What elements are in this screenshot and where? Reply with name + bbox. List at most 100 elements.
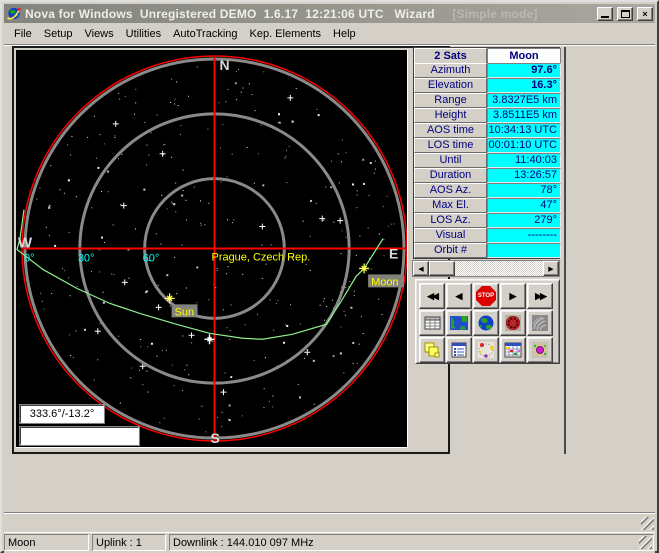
radar-plot-button[interactable] [527, 310, 553, 336]
sun-label: Sun [175, 306, 195, 318]
compass-south-label: S [211, 430, 220, 446]
compass-east-label: E [389, 245, 398, 261]
report-icon [450, 342, 468, 358]
status-bar: Moon Uplink : 1 Downlink : 144.010 097 M… [4, 532, 655, 553]
row-label-range[interactable]: Range [414, 93, 487, 108]
world-map-button[interactable] [446, 310, 472, 336]
menu-item-file[interactable]: File [8, 25, 38, 43]
stop-sign-icon: STOP [476, 286, 496, 306]
menu-item-autotracking[interactable]: AutoTracking [167, 25, 243, 43]
scroll-left-button[interactable]: ◀ [413, 261, 429, 276]
row-value: 11:40:03 [487, 153, 561, 168]
object-name-readout [20, 427, 139, 445]
fast-forward-icon: ▶▶ [535, 291, 545, 302]
elevation-label: 60° [143, 252, 160, 264]
menu-item-views[interactable]: Views [78, 25, 119, 43]
cursor-coordinates-readout: 333.6°/-13.2° [20, 405, 104, 423]
polar-view-icon [504, 315, 522, 331]
flare-button[interactable] [527, 337, 553, 363]
panel-splitter[interactable] [564, 47, 566, 454]
fast-rewind-button[interactable]: ◀◀ [419, 283, 445, 309]
row-value: 3.8511E5 km [487, 108, 561, 123]
row-label-aos-az[interactable]: AOS Az. [414, 183, 487, 198]
status-satellite: Moon [4, 534, 89, 551]
sky-map[interactable]: N S W E 0° 30° 60° Prague, Czech Rep. Sun Moon [16, 50, 408, 448]
status-downlink: Downlink : 144.010 097 MHz [169, 534, 654, 551]
polar-plot-button[interactable] [500, 310, 526, 336]
satellite-scrollbar[interactable]: ◀ ▶ [412, 260, 560, 277]
row-value: -------- [487, 228, 561, 243]
row-label-los-az[interactable]: LOS Az. [414, 213, 487, 228]
row-value: 16.3° [487, 78, 561, 93]
row-label-elevation[interactable]: Elevation [414, 78, 487, 93]
row-value: 47° [487, 198, 561, 213]
globe-icon [477, 315, 495, 331]
statusbar-resize-grip[interactable] [639, 536, 652, 549]
row-label-visual[interactable]: Visual [414, 228, 487, 243]
forward-icon: ▶ [510, 291, 517, 302]
window-title: Nova for Windows Unregistered DEMO 1.6.1… [25, 7, 593, 21]
elevation-label: 30° [78, 252, 95, 264]
row-label-orbit[interactable]: Orbit # [414, 243, 487, 258]
constellation-button[interactable] [473, 337, 499, 363]
grid-icon [424, 315, 441, 331]
menu-item-kep-elements[interactable]: Kep. Elements [244, 25, 328, 43]
menu-bar: FileSetupViewsUtilitiesAutoTrackingKep. … [4, 24, 655, 45]
scrollbar-track[interactable] [455, 261, 543, 276]
globe-view-button[interactable] [473, 310, 499, 336]
menu-item-help[interactable]: Help [327, 25, 362, 43]
passes-table-button[interactable] [419, 310, 445, 336]
resize-grip[interactable] [641, 517, 654, 530]
menu-item-utilities[interactable]: Utilities [120, 25, 167, 43]
schedule-button[interactable] [500, 337, 526, 363]
status-uplink: Uplink : 1 [92, 534, 166, 551]
row-value: 78° [487, 183, 561, 198]
elevation-label: 0° [24, 252, 35, 264]
fast-rewind-icon: ◀◀ [427, 291, 437, 302]
mode-badge: [Simple mode] [452, 7, 537, 21]
moon-label: Moon [371, 276, 398, 288]
row-label-until[interactable]: Until [414, 153, 487, 168]
app-icon [6, 6, 22, 21]
row-label-azimuth[interactable]: Azimuth [414, 63, 487, 78]
row-value [487, 243, 561, 258]
report-button[interactable] [446, 337, 472, 363]
schedule-icon [504, 342, 522, 358]
spacer-bar [4, 514, 655, 531]
tracking-table: 2 SatsMoonAzimuth97.6°Elevation16.3°Rang… [413, 47, 560, 259]
scroll-right-button[interactable]: ▶ [543, 261, 559, 276]
row-value: 10:34:13 UTC [487, 123, 561, 138]
flat-map-icon [450, 315, 468, 331]
row-value: 00:01:10 UTC [487, 138, 561, 153]
menu-item-setup[interactable]: Setup [38, 25, 79, 43]
row-label-height[interactable]: Height [414, 108, 487, 123]
app-window: Nova for Windows Unregistered DEMO 1.6.1… [0, 0, 659, 553]
row-value: 13:26:57 [487, 168, 561, 183]
row-value: 97.6° [487, 63, 561, 78]
compass-north-label: N [219, 57, 229, 73]
stop-button[interactable]: STOP [473, 283, 499, 309]
title-bar[interactable]: Nova for Windows Unregistered DEMO 1.6.1… [4, 4, 655, 23]
rewind-button[interactable]: ◀ [446, 283, 472, 309]
close-button[interactable]: × [637, 7, 653, 21]
radar-view-icon [531, 315, 549, 331]
sky-map-container: N S W E 0° 30° 60° Prague, Czech Rep. Sun Moon 33… [12, 46, 450, 454]
scrollbar-thumb[interactable] [429, 261, 455, 276]
location-label: Prague, Czech Rep. [212, 251, 311, 263]
row-value: 279° [487, 213, 561, 228]
row-label-duration[interactable]: Duration [414, 168, 487, 183]
sun-marker [165, 293, 175, 303]
row-label-los-time[interactable]: LOS time [414, 138, 487, 153]
compass-west-label: W [18, 235, 33, 252]
notes-button[interactable] [419, 337, 445, 363]
control-button-panel: ◀◀◀STOP▶▶▶ [415, 279, 560, 364]
row-label-max-el[interactable]: Max El. [414, 198, 487, 213]
row-label-aos-time[interactable]: AOS time [414, 123, 487, 138]
rewind-icon: ◀ [456, 291, 463, 302]
minimize-button[interactable] [597, 7, 613, 21]
fast-forward-button[interactable]: ▶▶ [527, 283, 553, 309]
notes-icon [423, 342, 441, 358]
constellation-icon [477, 342, 495, 358]
maximize-button[interactable] [617, 7, 633, 21]
forward-button[interactable]: ▶ [500, 283, 526, 309]
